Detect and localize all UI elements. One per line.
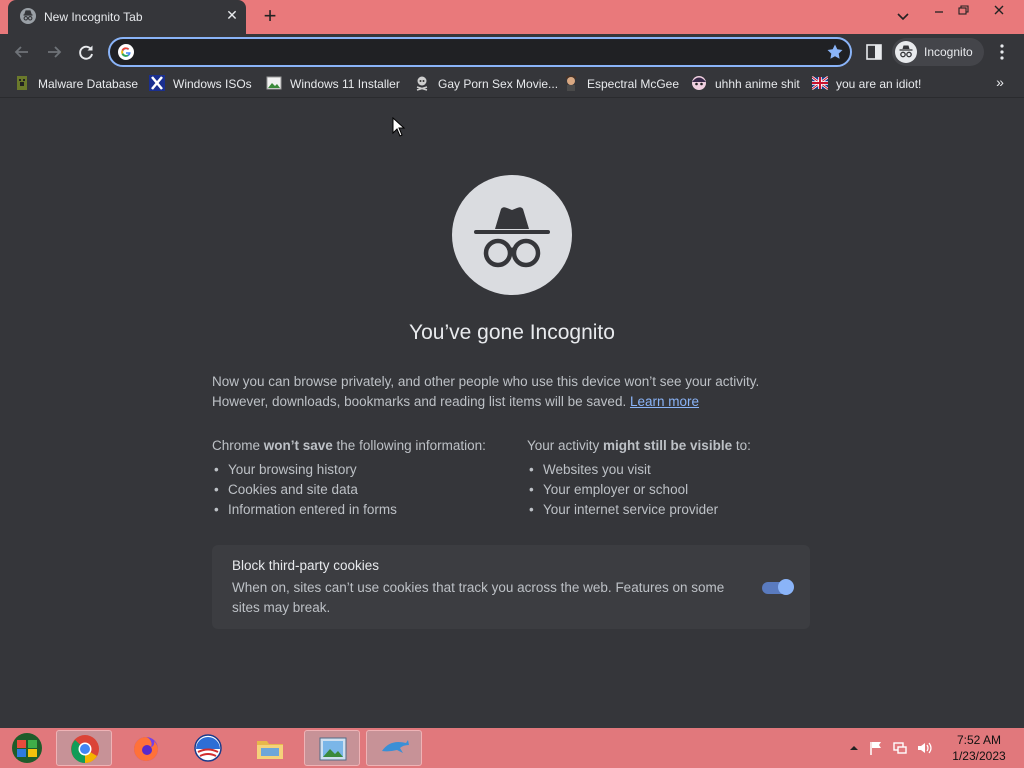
- taskbar-photo-viewer[interactable]: [304, 730, 360, 766]
- tab-title: New Incognito Tab: [44, 10, 143, 24]
- list-item: Your browsing history: [212, 460, 512, 480]
- forward-arrow-icon[interactable]: [40, 38, 68, 66]
- incognito-new-tab-page: You’ve gone Incognito Now you can browse…: [0, 99, 1024, 728]
- clock-time: 7:52 AM: [956, 733, 1002, 747]
- list-item: Cookies and site data: [212, 480, 512, 500]
- list-item: Your internet service provider: [527, 500, 827, 520]
- third-party-cookies-card: Block third-party cookies When on, sites…: [212, 545, 810, 629]
- restore-icon[interactable]: [950, 2, 976, 20]
- list-item: Your employer or school: [527, 480, 827, 500]
- taskbar-firefox[interactable]: [118, 730, 174, 766]
- close-window-icon[interactable]: [986, 2, 1012, 20]
- toolbar: Incognito: [0, 34, 1024, 70]
- uk-flag-icon: [811, 75, 829, 91]
- start-orb-icon: [12, 733, 42, 763]
- tab-new-incognito[interactable]: New Incognito Tab ✕: [8, 0, 246, 34]
- new-tab-button[interactable]: +: [258, 4, 282, 28]
- profile-label: Incognito: [924, 45, 973, 59]
- mouse-cursor-icon: [392, 116, 406, 137]
- clock-date: 1/23/2023: [952, 749, 1006, 763]
- taskbar: 7:52 AM 1/23/2023: [0, 728, 1024, 768]
- list-item: Information entered in forms: [212, 500, 512, 520]
- kebab-menu-icon[interactable]: [992, 42, 1012, 62]
- back-arrow-icon[interactable]: [8, 38, 36, 66]
- taskbar-dolphin-app[interactable]: [366, 730, 422, 766]
- might-be-visible-list: Websites you visit Your employer or scho…: [527, 460, 827, 520]
- incognito-icon: [20, 8, 36, 24]
- pirate-icon: [414, 75, 430, 91]
- chrome-icon: [71, 735, 99, 763]
- network-icon[interactable]: [892, 740, 908, 756]
- bookmarks-bar: Malware Database Windows ISOs Windows 11…: [0, 70, 1024, 98]
- folder-icon: [257, 741, 283, 759]
- obama-logo-icon: [194, 734, 222, 762]
- intro-paragraph: Now you can browse privately, and other …: [212, 372, 812, 412]
- image-icon: [266, 75, 282, 91]
- tab-close-icon[interactable]: ✕: [224, 7, 240, 23]
- learn-more-link[interactable]: Learn more: [630, 394, 699, 409]
- list-item: Websites you visit: [527, 460, 827, 480]
- side-panel-icon[interactable]: [864, 42, 884, 62]
- block-cookies-toggle[interactable]: [760, 579, 794, 595]
- x-logo-icon: [149, 75, 165, 91]
- dolphin-icon: [382, 740, 409, 753]
- bookmark-star-icon[interactable]: [826, 43, 844, 61]
- firefox-icon: [134, 737, 158, 761]
- character-avatar-icon: [563, 75, 579, 91]
- wont-save-list: Your browsing history Cookies and site d…: [212, 460, 512, 520]
- reload-icon[interactable]: [72, 38, 100, 66]
- creeper-icon: [14, 75, 30, 91]
- toggle-knob: [778, 579, 794, 595]
- might-be-visible-heading: Your activity might still be visible to:: [527, 438, 751, 453]
- minimize-icon[interactable]: [926, 2, 952, 20]
- cookie-card-title: Block third-party cookies: [232, 558, 380, 573]
- anime-face-icon: [691, 75, 707, 91]
- incognito-profile-chip[interactable]: Incognito: [892, 38, 984, 66]
- volume-icon[interactable]: [916, 740, 932, 756]
- show-hidden-icons-icon[interactable]: [846, 740, 862, 756]
- incognito-avatar-icon: [895, 41, 917, 63]
- cookie-card-description: When on, sites can’t use cookies that tr…: [232, 580, 725, 615]
- taskbar-file-explorer[interactable]: [242, 730, 298, 766]
- incognito-hero-icon: [452, 175, 572, 295]
- title-bar: New Incognito Tab ✕ +: [0, 0, 1024, 34]
- google-icon: [118, 44, 134, 60]
- photo-viewer-icon: [319, 737, 347, 761]
- taskbar-obama-logo-app[interactable]: [180, 730, 236, 766]
- bookmarks-overflow-button[interactable]: »: [990, 74, 1010, 92]
- wont-save-section: Chrome won’t save the following informat…: [212, 436, 512, 520]
- page-title: You’ve gone Incognito: [409, 321, 615, 344]
- wont-save-heading: Chrome won’t save the following informat…: [212, 438, 486, 453]
- url-input[interactable]: [142, 42, 782, 62]
- taskbar-chrome[interactable]: [56, 730, 112, 766]
- tab-search-chevron-icon[interactable]: [893, 6, 913, 26]
- start-button[interactable]: [2, 730, 52, 766]
- action-center-flag-icon[interactable]: [868, 740, 884, 756]
- address-bar[interactable]: [108, 37, 852, 67]
- might-be-visible-section: Your activity might still be visible to:…: [527, 436, 827, 520]
- system-clock[interactable]: 7:52 AM 1/23/2023: [944, 732, 1014, 764]
